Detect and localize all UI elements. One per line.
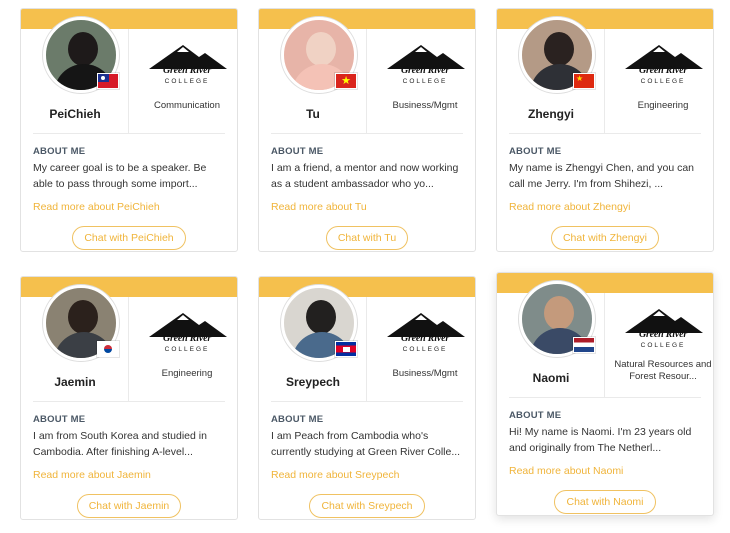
student-name: Naomi bbox=[532, 371, 570, 385]
chat-button[interactable]: Chat with Tu bbox=[325, 226, 409, 250]
about-text: I am Peach from Cambodia who's currently… bbox=[271, 430, 461, 458]
about-heading: ABOUT ME bbox=[33, 414, 86, 425]
card-header-bar bbox=[21, 9, 237, 29]
student-name: Zhengyi bbox=[527, 107, 574, 121]
read-more-link[interactable]: Read more about Sreypech bbox=[271, 469, 463, 481]
college-logo: Green River COLLEGE bbox=[381, 43, 469, 89]
major-label: Business/Mgmt bbox=[392, 368, 458, 379]
about-heading: ABOUT ME bbox=[271, 414, 324, 425]
about-text: Hi! My name is Naomi. I'm 23 years old a… bbox=[509, 426, 692, 454]
student-name: Jaemin bbox=[54, 375, 96, 389]
student-name: Sreypech bbox=[285, 375, 341, 389]
major-label: Engineering bbox=[637, 100, 689, 111]
about-text: I am from South Korea and studied in Cam… bbox=[33, 430, 207, 458]
south-korea-flag-icon bbox=[97, 341, 119, 357]
card-header-bar bbox=[259, 9, 475, 29]
ambassador-card: PeiChieh Green River COLLEGE Communicati… bbox=[20, 8, 238, 252]
about-text: I am a friend, a mentor and now working … bbox=[271, 162, 459, 190]
card-header-bar bbox=[497, 9, 713, 29]
ambassador-card: ★ Tu Green River COLLEGE Business/Mgmt A… bbox=[258, 8, 476, 252]
chat-button[interactable]: Chat with Naomi bbox=[554, 490, 656, 514]
netherlands-flag-icon bbox=[573, 337, 595, 353]
about-heading: ABOUT ME bbox=[509, 410, 562, 421]
card-header-bar bbox=[259, 277, 475, 297]
major-label: Natural Resources and Forest Resour... bbox=[614, 359, 712, 382]
about-text: My name is Zhengyi Chen, and you can cal… bbox=[509, 162, 695, 190]
vietnam-flag-icon: ★ bbox=[335, 73, 357, 89]
card-header-bar bbox=[21, 277, 237, 297]
ambassador-card: ★ Zhengyi Green River COLLEGE Engineerin… bbox=[496, 8, 714, 252]
college-logo: Green River COLLEGE bbox=[381, 311, 469, 357]
college-logo: Green River COLLEGE bbox=[143, 311, 231, 357]
china-flag-icon: ★ bbox=[573, 73, 595, 89]
about-heading: ABOUT ME bbox=[33, 146, 86, 157]
college-logo: Green River COLLEGE bbox=[143, 43, 231, 89]
chat-button[interactable]: Chat with Jaemin bbox=[76, 494, 182, 518]
major-label: Communication bbox=[154, 100, 220, 111]
read-more-link[interactable]: Read more about Jaemin bbox=[33, 469, 225, 481]
about-heading: ABOUT ME bbox=[271, 146, 324, 157]
taiwan-flag-icon bbox=[97, 73, 119, 89]
cambodia-flag-icon bbox=[335, 341, 357, 357]
read-more-link[interactable]: Read more about PeiChieh bbox=[33, 201, 225, 213]
read-more-link[interactable]: Read more about Tu bbox=[271, 201, 463, 213]
ambassador-card: Naomi Green River COLLEGE Natural Resour… bbox=[496, 272, 714, 516]
card-header-bar bbox=[497, 273, 713, 293]
student-name: PeiChieh bbox=[49, 107, 101, 121]
major-label: Business/Mgmt bbox=[392, 100, 458, 111]
chat-button[interactable]: Chat with PeiChieh bbox=[72, 226, 186, 250]
chat-button[interactable]: Chat with Sreypech bbox=[309, 494, 425, 518]
read-more-link[interactable]: Read more about Naomi bbox=[509, 465, 701, 477]
ambassador-card: Sreypech Green River COLLEGE Business/Mg… bbox=[258, 276, 476, 520]
student-name: Tu bbox=[306, 107, 320, 121]
ambassador-card: Jaemin Green River COLLEGE Engineering A… bbox=[20, 276, 238, 520]
read-more-link[interactable]: Read more about Zhengyi bbox=[509, 201, 701, 213]
major-label: Engineering bbox=[161, 368, 213, 379]
about-heading: ABOUT ME bbox=[509, 146, 562, 157]
college-logo: Green River COLLEGE bbox=[619, 307, 707, 353]
about-text: My career goal is to be a speaker. Be ab… bbox=[33, 162, 207, 190]
chat-button[interactable]: Chat with Zhengyi bbox=[550, 226, 660, 250]
college-logo: Green River COLLEGE bbox=[619, 43, 707, 89]
